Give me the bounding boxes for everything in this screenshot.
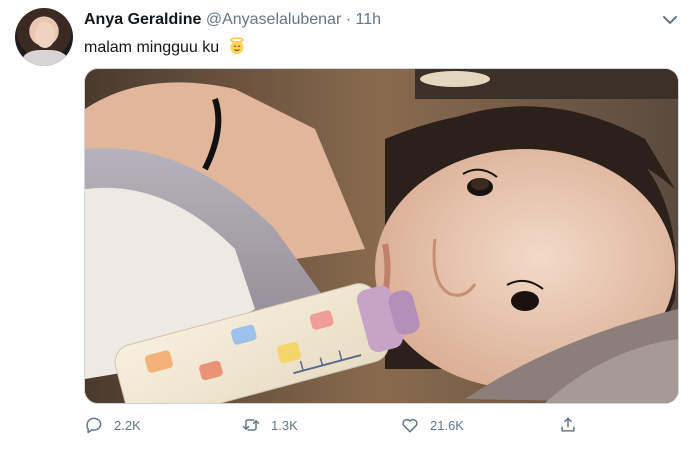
speech-bubble-icon [86,417,102,434]
angel-face-emoji-icon [229,37,244,54]
retweet-count: 1.3K [271,417,298,433]
avatar-face [35,22,55,48]
like-count: 21.6K [430,417,464,433]
tweet-time[interactable]: 11h [356,11,382,28]
share-upload-icon [561,417,575,432]
tweet-header: Anya Geraldine @Anyaselalubenar · 11h [84,11,381,29]
separator-dot: · [345,11,352,28]
avatar[interactable] [15,8,73,66]
tweet-actions: 2.2K 1.3K 21.6K [84,412,584,438]
heart-icon [402,418,418,433]
author-name[interactable]: Anya Geraldine [84,11,201,28]
tweet-text-content: malam mingguu ku [84,39,220,56]
photo-image [85,69,678,403]
like-button[interactable]: 21.6K [400,412,464,438]
chevron-down-icon[interactable] [660,10,680,30]
tweet-text: malam mingguu ku [84,37,246,57]
reply-count: 2.2K [114,417,141,433]
retweet-arrows-icon [242,419,260,431]
tweet-photo[interactable] [84,68,679,404]
reply-button[interactable]: 2.2K [84,412,141,438]
avatar-shirt [23,50,67,66]
share-button[interactable] [558,412,578,438]
tweet: Anya Geraldine @Anyaselalubenar · 11h ma… [0,0,700,450]
author-handle[interactable]: @Anyaselalubenar [206,11,341,28]
retweet-button[interactable]: 1.3K [241,412,298,438]
